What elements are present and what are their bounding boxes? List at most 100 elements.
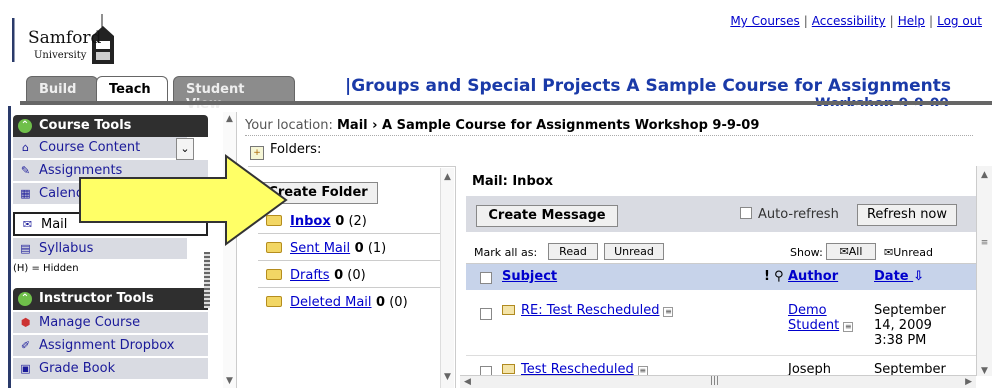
logo-subtext: University <box>34 50 87 61</box>
sidebar-item-label: Mail <box>41 217 68 232</box>
folder-total-count: (2) <box>348 214 367 229</box>
folder-total-count: (0) <box>389 295 408 310</box>
tab-teach[interactable]: Teach <box>96 76 168 102</box>
show-all-label: All <box>848 245 863 258</box>
select-all-checkbox[interactable] <box>480 272 492 284</box>
auto-refresh-checkbox[interactable]: Auto-refresh <box>740 207 839 222</box>
log-out-link[interactable]: Log out <box>937 14 982 28</box>
mark-read-button[interactable]: Read <box>548 243 598 260</box>
folder-name[interactable]: Sent Mail <box>290 241 350 256</box>
tab-build[interactable]: Build <box>26 76 98 102</box>
home-icon: ⌂ <box>22 141 29 154</box>
sort-desc-icon: ⇩ <box>913 269 925 284</box>
folder-total-count: (0) <box>347 268 366 283</box>
tab-student-view[interactable]: Student View <box>173 76 295 112</box>
folder-row-drafts[interactable]: Drafts 0 (0) <box>258 264 446 288</box>
row-checkbox[interactable] <box>480 366 492 375</box>
priority-column-header[interactable]: ! <box>764 269 770 284</box>
hidden-legend: (H) = Hidden <box>13 263 79 274</box>
breadcrumb-divider <box>245 135 973 136</box>
scroll-up-icon[interactable]: ▲ <box>226 114 233 124</box>
create-message-button[interactable]: Create Message <box>476 205 618 227</box>
checkbox-icon[interactable] <box>740 207 752 219</box>
mark-unread-button[interactable]: Unread <box>604 243 664 260</box>
breadcrumb-prefix: Your location: <box>245 118 333 133</box>
pencil-icon: ✎ <box>20 164 31 177</box>
attachment-icon[interactable]: ⚲ <box>774 269 784 284</box>
samford-logo[interactable]: Samford University <box>12 14 132 68</box>
logo-text: Samford <box>28 28 102 48</box>
inbox-horizontal-scrollbar[interactable]: ◀ ||| ▶ <box>460 375 976 388</box>
date-line: 14, 2009 <box>874 318 932 333</box>
author-column-header[interactable]: Author <box>788 269 838 284</box>
read-envelope-icon <box>502 364 515 374</box>
date-line: 3:38 PM <box>874 333 927 348</box>
author-link-line1[interactable]: Demo <box>788 303 853 318</box>
sidebar-item-manage-course[interactable]: ⬢ Manage Course <box>13 312 208 334</box>
resize-grip[interactable] <box>204 252 210 308</box>
folder-unread-count: 0 <box>335 214 345 229</box>
mark-all-label: Mark all as: <box>474 246 538 259</box>
sidebar-item-label: Grade Book <box>39 361 116 376</box>
message-subject-link[interactable]: RE: Test Rescheduled <box>521 303 659 318</box>
collapse-icon: ⌃ <box>18 119 32 133</box>
folder-icon <box>266 296 282 307</box>
row-checkbox[interactable] <box>480 308 492 320</box>
tab-baseline <box>20 101 992 105</box>
inbox-vertical-scrollbar[interactable]: ▲ ≡ ▼ <box>976 166 992 376</box>
date-column-header[interactable]: Date ⇩ <box>874 269 924 284</box>
date-column-label: Date <box>874 269 909 284</box>
message-subject-cell: RE: Test Rescheduled ≡ <box>502 303 674 318</box>
message-date-cell: September <box>874 362 946 375</box>
course-title: |Groups and Special Projects A Sample Co… <box>345 76 951 96</box>
show-all-button[interactable]: ✉All <box>826 243 876 260</box>
my-courses-link[interactable]: My Courses <box>730 14 799 28</box>
top-links: My Courses | Accessibility | Help | Log out <box>730 14 982 28</box>
breadcrumb-path: Mail › A Sample Course for Assignments W… <box>337 118 760 133</box>
message-author-cell[interactable]: Joseph <box>788 362 831 375</box>
course-tools-header[interactable]: ⌃ Course Tools <box>13 115 208 137</box>
inbox-title: Mail: Inbox <box>472 174 554 189</box>
folder-row-deleted-mail[interactable]: Deleted Mail 0 (0) <box>258 291 446 315</box>
table-row[interactable]: Test Rescheduled ≡ Joseph September <box>466 358 976 375</box>
header: Samford University My Courses | Accessibil… <box>0 0 992 112</box>
folder-name[interactable]: Drafts <box>290 268 330 283</box>
context-menu-icon[interactable]: ≡ <box>637 366 648 375</box>
sidebar-item-label: Assignment Dropbox <box>39 338 175 353</box>
show-label: Show: <box>790 246 823 259</box>
envelope-icon: ✉ <box>884 246 894 259</box>
folder-name[interactable]: Deleted Mail <box>290 295 372 310</box>
gradebook-icon: ▣ <box>20 362 31 375</box>
refresh-now-button[interactable]: Refresh now <box>857 204 957 226</box>
subject-column-header[interactable]: Subject <box>502 269 557 284</box>
manage-icon: ⬢ <box>20 316 31 329</box>
folder-icon <box>266 269 282 280</box>
folder-name[interactable]: Inbox <box>290 214 331 229</box>
auto-refresh-label: Auto-refresh <box>758 207 839 222</box>
callout-arrow <box>79 154 288 246</box>
scroll-down-icon[interactable]: ▼ <box>226 376 233 386</box>
show-unread-label: Unread <box>893 246 934 259</box>
folder-pane-scrollbar[interactable]: ▲ ▼ <box>440 168 454 388</box>
message-subject-link[interactable]: Test Rescheduled <box>521 362 634 375</box>
folder-total-count: (1) <box>367 241 387 256</box>
sidebar-item-label: Manage Course <box>39 315 141 330</box>
folder-unread-count: 0 <box>334 268 344 283</box>
show-unread-button[interactable]: ✉Unread <box>884 246 933 259</box>
calendar-icon: ▦ <box>20 187 31 200</box>
instructor-tools-header[interactable]: ⌃ Instructor Tools <box>13 288 208 310</box>
author-link-line2[interactable]: Student <box>788 318 839 333</box>
breadcrumb: Your location: Mail › A Sample Course fo… <box>245 118 759 133</box>
context-menu-icon[interactable]: ≡ <box>663 307 674 317</box>
message-subject-cell: Test Rescheduled ≡ <box>502 362 648 375</box>
accessibility-link[interactable]: Accessibility <box>812 14 886 28</box>
dropbox-icon: ✐ <box>20 339 31 352</box>
syllabus-icon: ▤ <box>20 242 31 255</box>
context-menu-icon[interactable]: ≡ <box>843 322 854 332</box>
date-line: September <box>874 303 946 318</box>
sidebar-item-assignment-dropbox[interactable]: ✐ Assignment Dropbox <box>13 335 208 357</box>
folder-unread-count: 0 <box>376 295 386 310</box>
help-link[interactable]: Help <box>898 14 925 28</box>
sidebar-item-grade-book[interactable]: ▣ Grade Book <box>13 358 208 380</box>
course-tools-title: Course Tools <box>39 118 132 133</box>
